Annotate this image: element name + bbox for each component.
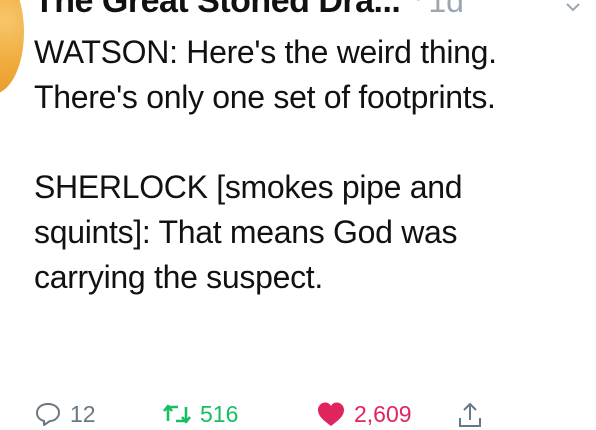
timestamp[interactable]: 1d bbox=[428, 0, 464, 19]
display-name[interactable]: The Great Stoned Dra... bbox=[34, 0, 401, 20]
tweet-text: WATSON: Here's the weird thing. There's … bbox=[34, 30, 574, 300]
caret-down-icon[interactable] bbox=[566, 0, 580, 12]
share-icon bbox=[456, 400, 484, 428]
avatar[interactable] bbox=[0, 0, 24, 94]
reply-button[interactable]: 12 bbox=[34, 398, 96, 430]
retweet-icon bbox=[162, 401, 192, 427]
like-count: 2,609 bbox=[354, 400, 412, 427]
tweet[interactable]: The Great Stoned Dra... · 1d WATSON: Here'… bbox=[0, 0, 596, 430]
share-button[interactable] bbox=[456, 398, 484, 430]
like-button[interactable]: 2,609 bbox=[316, 398, 412, 430]
reply-count: 12 bbox=[70, 400, 96, 427]
tweet-paragraph: SHERLOCK [smokes pipe and squints]: That… bbox=[34, 169, 463, 295]
action-bar: 12 516 2,609 bbox=[34, 398, 594, 430]
separator-dot: · bbox=[414, 0, 422, 12]
tweet-paragraph: WATSON: Here's the weird thing. There's … bbox=[34, 34, 497, 115]
heart-icon bbox=[316, 401, 346, 427]
retweet-count: 516 bbox=[200, 400, 239, 427]
retweet-button[interactable]: 516 bbox=[162, 398, 238, 430]
tweet-header: The Great Stoned Dra... · 1d bbox=[34, 0, 464, 22]
reply-icon bbox=[34, 401, 62, 427]
